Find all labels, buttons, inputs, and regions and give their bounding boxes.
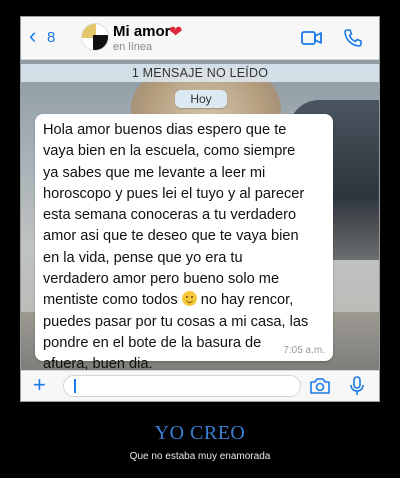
plus-icon[interactable]: + bbox=[33, 373, 46, 397]
contact-status: en línea bbox=[113, 41, 153, 53]
back-unread-count[interactable]: 8 bbox=[47, 29, 55, 46]
day-label: Hoy bbox=[175, 90, 227, 108]
camera-icon[interactable] bbox=[309, 377, 331, 395]
avatar[interactable] bbox=[81, 23, 109, 51]
message-text: Hola amor buenos dias espero que te vaya… bbox=[43, 120, 325, 376]
chat-header: ‹ 8 Mi amor ❤ en línea bbox=[21, 17, 379, 60]
unread-banner: 1 MENSAJE NO LEÍDO bbox=[21, 64, 379, 82]
chat-screenshot: ‹ 8 Mi amor ❤ en línea 1 MENSAJE NO LEÍD… bbox=[20, 16, 380, 402]
caption-subtitle: Que no estaba muy enamorada bbox=[129, 451, 271, 462]
smiling-face-icon bbox=[181, 291, 197, 307]
message-input-bar: + bbox=[21, 370, 379, 401]
chevron-left-icon[interactable]: ‹ bbox=[29, 25, 36, 47]
heart-icon: ❤ bbox=[169, 24, 183, 41]
message-timestamp: 7:05 a.m. bbox=[283, 345, 325, 356]
microphone-icon[interactable] bbox=[349, 376, 365, 396]
contact-name[interactable]: Mi amor bbox=[113, 23, 171, 40]
phone-icon[interactable] bbox=[343, 28, 363, 48]
video-camera-icon[interactable] bbox=[301, 30, 323, 46]
caption-title: YO CREO bbox=[154, 422, 246, 444]
incoming-message-bubble[interactable]: Hola amor buenos dias espero que te vaya… bbox=[35, 114, 333, 372]
message-text-part: Hola amor buenos dias espero que te vaya… bbox=[43, 122, 305, 309]
message-input[interactable] bbox=[63, 375, 301, 397]
text-caret bbox=[74, 379, 76, 393]
